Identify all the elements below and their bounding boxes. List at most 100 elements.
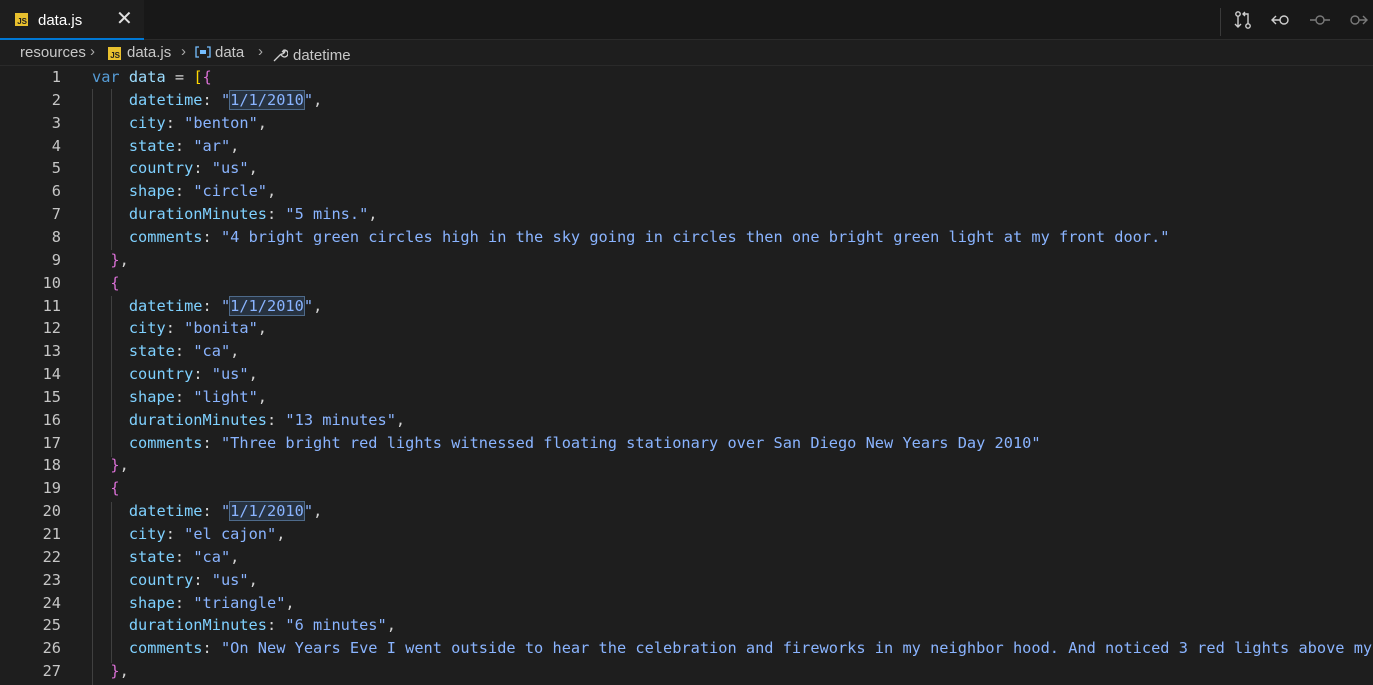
line-code: country: "us", [92,569,258,592]
search-match-highlight: 1/1/2010 [229,501,305,522]
code-line[interactable]: 4 state: "ar", [0,135,1373,158]
line-number: 3 [51,113,61,132]
code-token: " [303,502,314,521]
line-code: datetime: "1/1/2010", [92,295,322,318]
breadcrumb-symbol-datetime[interactable]: datetime [272,44,351,64]
code-token: , [257,113,268,132]
code-token: data [128,68,166,86]
code-line[interactable]: 23 country: "us", [0,569,1373,592]
line-code: datetime: "1/1/2010", [92,89,322,112]
code-line[interactable]: 24 shape: "triangle", [0,592,1373,615]
line-number: 16 [42,410,61,429]
code-line[interactable]: 26 comments: "On New Years Eve I went ou… [0,637,1373,660]
code-line[interactable]: 7 durationMinutes: "5 mins.", [0,203,1373,226]
code-line[interactable]: 6 shape: "circle", [0,180,1373,203]
line-code: durationMinutes: "6 minutes", [92,614,396,637]
code-token: = [165,68,194,86]
code-token: } [92,250,120,269]
code-line[interactable]: 10 { [0,272,1373,295]
code-token: city [92,525,166,543]
line-number: 4 [51,136,61,155]
breadcrumb-file-label: data.js [127,44,172,61]
code-token: "ca" [193,342,231,361]
line-number: 2 [51,90,61,109]
code-token: shape [92,182,175,201]
variable-symbol-icon [195,46,211,58]
source-control-compare-icon[interactable] [1232,9,1254,31]
line-number: 17 [42,433,61,452]
breadcrumb-symbol-label: data [215,44,245,61]
code-token: datetime [92,296,203,315]
code-token: "On New Years Eve I went outside to hear… [220,639,1373,658]
line-number: 7 [51,205,61,224]
line-number: 26 [42,639,61,658]
go-back-icon[interactable] [1270,9,1292,31]
breadcrumb-symbol-data[interactable]: data [195,44,244,61]
line-code: datetime: "1/1/2010", [92,500,322,523]
code-token: : [174,342,194,361]
breadcrumb-symbol-label: datetime [293,47,351,64]
line-number: 1 [51,68,61,86]
code-line[interactable]: 12 city: "bonita", [0,317,1373,340]
code-editor[interactable]: 1 var data = [{2 datetime: "1/1/2010", 3 c… [0,66,1373,685]
code-token: , [248,365,258,384]
code-line[interactable]: 2 datetime: "1/1/2010", [0,89,1373,112]
code-token: "4 bright green circles high in the sky … [220,227,1170,246]
code-line[interactable]: 21 city: "el cajon", [0,523,1373,546]
line-code: city: "benton", [92,112,267,135]
code-token: : [174,182,194,201]
code-line[interactable]: 19 { [0,477,1373,500]
line-number: 9 [51,250,61,269]
code-line[interactable]: 27 }, [0,660,1373,683]
breadcrumb-file[interactable]: JS data.js [108,44,171,61]
line-number: 12 [42,319,61,338]
code-token: comments [92,639,203,658]
code-line[interactable]: 11 datetime: "1/1/2010", [0,295,1373,318]
code-line[interactable]: 16 durationMinutes: "13 minutes", [0,409,1373,432]
line-code: shape: "circle", [92,180,276,203]
code-line[interactable]: 1 var data = [{ [0,66,1373,89]
code-token: : [193,570,212,589]
code-token: , [313,90,323,109]
code-token: , [119,250,129,269]
code-token: datetime [92,502,203,521]
code-token: , [248,570,258,589]
chevron-right-icon: › [90,43,95,60]
code-line[interactable]: 9 }, [0,249,1373,272]
code-token: "circle" [193,182,267,201]
code-token: : [174,387,194,406]
code-line[interactable]: 25 durationMinutes: "6 minutes", [0,614,1373,637]
code-line[interactable]: 8 comments: "4 bright green circles high… [0,226,1373,249]
tab-data-js[interactable]: JS data.js ✕ [0,0,144,40]
code-token: "us" [211,159,249,178]
line-code: country: "us", [92,363,258,386]
code-line[interactable]: 13 state: "ca", [0,340,1373,363]
code-token: state [92,547,175,566]
code-line[interactable]: 5 country: "us", [0,157,1373,180]
wrench-property-icon [273,49,289,62]
line-number: 22 [42,547,61,566]
line-code: state: "ar", [92,135,240,158]
code-line[interactable]: 22 state: "ca", [0,546,1373,569]
code-line[interactable]: 18 }, [0,454,1373,477]
code-token: , [230,136,240,155]
code-token: , [386,616,396,635]
code-token: "5 mins." [285,205,369,224]
breadcrumb-folder[interactable]: resources [20,44,86,61]
code-token: : [165,319,185,338]
go-forward-icon[interactable] [1347,9,1369,31]
line-number: 14 [42,365,61,384]
code-token: "Three bright red lights witnessed float… [220,433,1041,452]
code-line[interactable]: 20 datetime: "1/1/2010", [0,500,1373,523]
code-line[interactable]: 3 city: "benton", [0,112,1373,135]
close-icon[interactable]: ✕ [116,9,133,29]
code-line[interactable]: 17 comments: "Three bright red lights wi… [0,432,1373,455]
code-token: : [174,593,194,612]
code-line[interactable]: 15 shape: "light", [0,386,1373,409]
code-token: : [174,547,194,566]
code-token: country [92,570,194,589]
code-token: : [202,639,221,658]
code-line[interactable]: 14 country: "us", [0,363,1373,386]
commit-icon[interactable] [1309,9,1331,31]
chevron-right-icon: › [258,43,263,60]
